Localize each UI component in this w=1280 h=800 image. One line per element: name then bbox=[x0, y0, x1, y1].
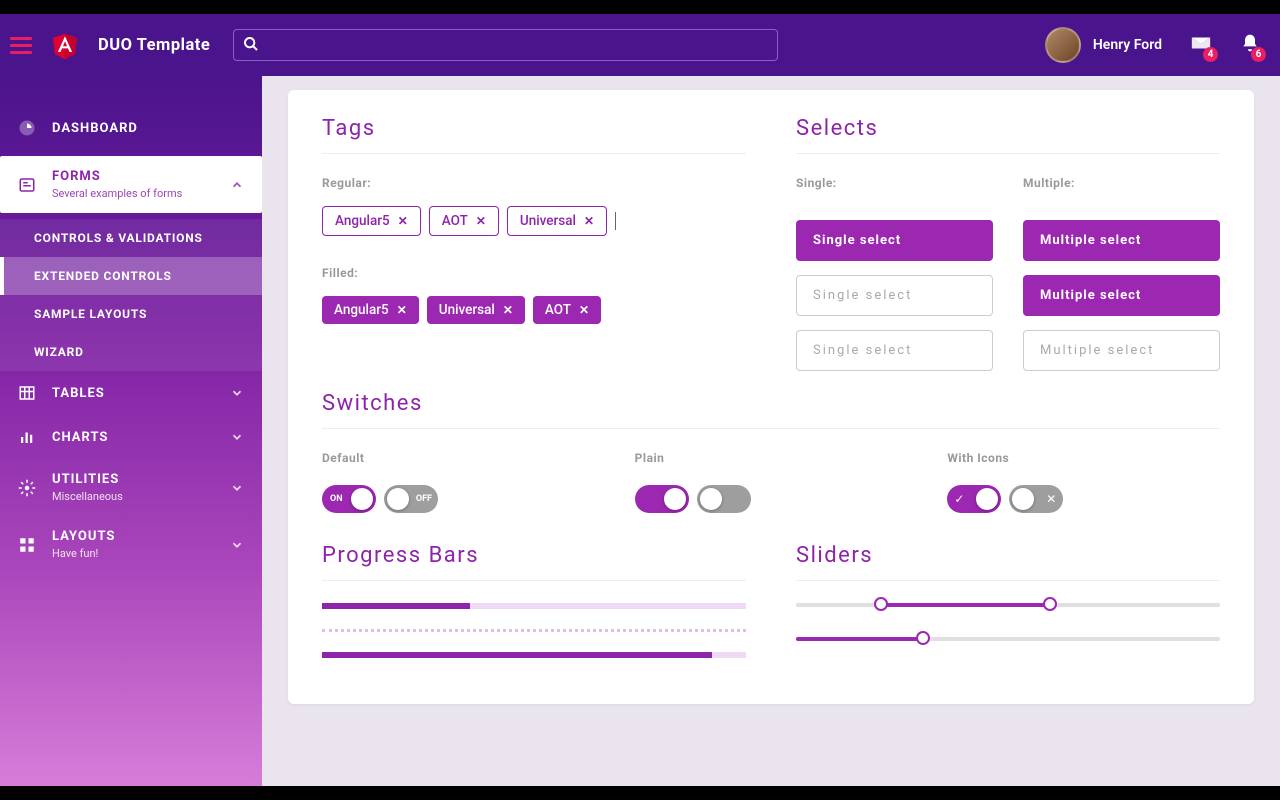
close-icon[interactable]: ✕ bbox=[503, 303, 513, 317]
range-slider[interactable] bbox=[796, 603, 1220, 607]
chevron-down-icon bbox=[230, 481, 244, 495]
single-select-button[interactable]: Single select bbox=[796, 330, 993, 371]
search-input[interactable] bbox=[233, 29, 778, 61]
tag-item[interactable]: Universal✕ bbox=[427, 296, 525, 324]
sidebar-subitem-sample-layouts[interactable]: SAMPLE LAYOUTS bbox=[0, 295, 262, 333]
sidebar-subitem-wizard[interactable]: WIZARD bbox=[0, 333, 262, 371]
close-icon: ✕ bbox=[1046, 492, 1056, 506]
tags-filled-label: Filled: bbox=[322, 266, 746, 280]
angular-logo-icon bbox=[50, 28, 80, 62]
chevron-down-icon bbox=[230, 538, 244, 552]
sidebar-subitem-extended-controls[interactable]: EXTENDED CONTROLS bbox=[0, 257, 262, 295]
tags-regular-label: Regular: bbox=[322, 176, 746, 190]
close-icon[interactable]: ✕ bbox=[584, 214, 594, 228]
sidebar: DASHBOARD FORMS Several examples of form… bbox=[0, 76, 262, 786]
close-icon[interactable]: ✕ bbox=[397, 303, 407, 317]
switch-toggle[interactable] bbox=[635, 485, 689, 513]
progress-bar bbox=[322, 603, 746, 609]
search-icon bbox=[243, 36, 259, 52]
switch-plain-label: Plain bbox=[635, 451, 908, 465]
brand-title: DUO Template bbox=[98, 36, 210, 55]
single-select-button[interactable]: Single select bbox=[796, 275, 993, 316]
sidebar-item-label: CHARTS bbox=[52, 430, 108, 445]
sidebar-subitem-controls-validations[interactable]: CONTROLS & VALIDATIONS bbox=[0, 219, 262, 257]
sidebar-item-layouts[interactable]: LAYOUTS Have fun! bbox=[0, 516, 262, 573]
dashboard-icon bbox=[18, 119, 36, 137]
sidebar-item-label: LAYOUTS bbox=[52, 529, 115, 544]
sidebar-item-tables[interactable]: TABLES bbox=[0, 371, 262, 415]
switch-toggle[interactable]: OFF bbox=[384, 485, 438, 513]
chevron-down-icon bbox=[230, 430, 244, 444]
slider-handle[interactable] bbox=[1043, 597, 1057, 611]
close-icon[interactable]: ✕ bbox=[476, 214, 486, 228]
user-menu[interactable]: Henry Ford bbox=[1045, 27, 1162, 63]
sidebar-item-label: UTILITIES bbox=[52, 472, 123, 487]
sidebar-item-forms[interactable]: FORMS Several examples of forms bbox=[0, 156, 262, 213]
switch-toggle[interactable]: ON bbox=[322, 485, 376, 513]
close-icon[interactable]: ✕ bbox=[579, 303, 589, 317]
multiple-select-button[interactable]: Multiple select bbox=[1023, 330, 1220, 371]
tag-item[interactable]: AOT✕ bbox=[429, 206, 499, 236]
layouts-icon bbox=[18, 536, 36, 554]
sidebar-item-label: TABLES bbox=[52, 386, 105, 401]
progress-bar bbox=[322, 629, 746, 632]
menu-toggle-button[interactable] bbox=[10, 33, 32, 58]
select-single-label: Single: bbox=[796, 176, 993, 190]
select-multiple-label: Multiple: bbox=[1023, 176, 1220, 190]
sidebar-item-utilities[interactable]: UTILITIES Miscellaneous bbox=[0, 459, 262, 516]
multiple-select-button[interactable]: Multiple select bbox=[1023, 275, 1220, 316]
sidebar-item-label: DASHBOARD bbox=[52, 121, 138, 136]
selects-section-title: Selects bbox=[796, 116, 1220, 141]
check-icon: ✓ bbox=[954, 492, 964, 506]
slider-handle[interactable] bbox=[874, 597, 888, 611]
mail-button[interactable]: 4 bbox=[1190, 32, 1212, 58]
sidebar-item-charts[interactable]: CHARTS bbox=[0, 415, 262, 459]
progress-section-title: Progress Bars bbox=[322, 543, 746, 568]
switches-section-title: Switches bbox=[322, 391, 1220, 416]
tag-item[interactable]: AOT✕ bbox=[533, 296, 601, 324]
tables-icon bbox=[18, 384, 36, 402]
sidebar-item-dashboard[interactable]: DASHBOARD bbox=[0, 106, 262, 150]
multiple-select-button[interactable]: Multiple select bbox=[1023, 220, 1220, 261]
tag-item[interactable]: Universal✕ bbox=[507, 206, 607, 236]
sliders-section-title: Sliders bbox=[796, 543, 1220, 568]
switch-toggle[interactable]: ✓ bbox=[947, 485, 1001, 513]
sidebar-item-label: FORMS bbox=[52, 169, 182, 184]
switch-toggle[interactable] bbox=[697, 485, 751, 513]
single-slider[interactable] bbox=[796, 637, 1220, 641]
tag-input-cursor[interactable] bbox=[615, 212, 616, 230]
progress-bar bbox=[322, 652, 746, 658]
app-header: DUO Template Henry Ford 4 6 bbox=[0, 14, 1280, 76]
slider-handle[interactable] bbox=[916, 631, 930, 645]
username: Henry Ford bbox=[1093, 37, 1162, 53]
chevron-down-icon bbox=[230, 386, 244, 400]
tag-item[interactable]: Angular5✕ bbox=[322, 296, 419, 324]
tag-item[interactable]: Angular5✕ bbox=[322, 206, 421, 236]
close-icon[interactable]: ✕ bbox=[398, 214, 408, 228]
utilities-icon bbox=[18, 479, 36, 497]
chevron-up-icon bbox=[230, 178, 244, 192]
switch-toggle[interactable]: ✕ bbox=[1009, 485, 1063, 513]
tags-section-title: Tags bbox=[322, 116, 746, 141]
single-select-button[interactable]: Single select bbox=[796, 220, 993, 261]
notifications-button[interactable]: 6 bbox=[1240, 32, 1260, 58]
switch-default-label: Default bbox=[322, 451, 595, 465]
charts-icon bbox=[18, 428, 36, 446]
avatar bbox=[1045, 27, 1081, 63]
forms-icon bbox=[18, 176, 36, 194]
switch-icons-label: With Icons bbox=[947, 451, 1220, 465]
